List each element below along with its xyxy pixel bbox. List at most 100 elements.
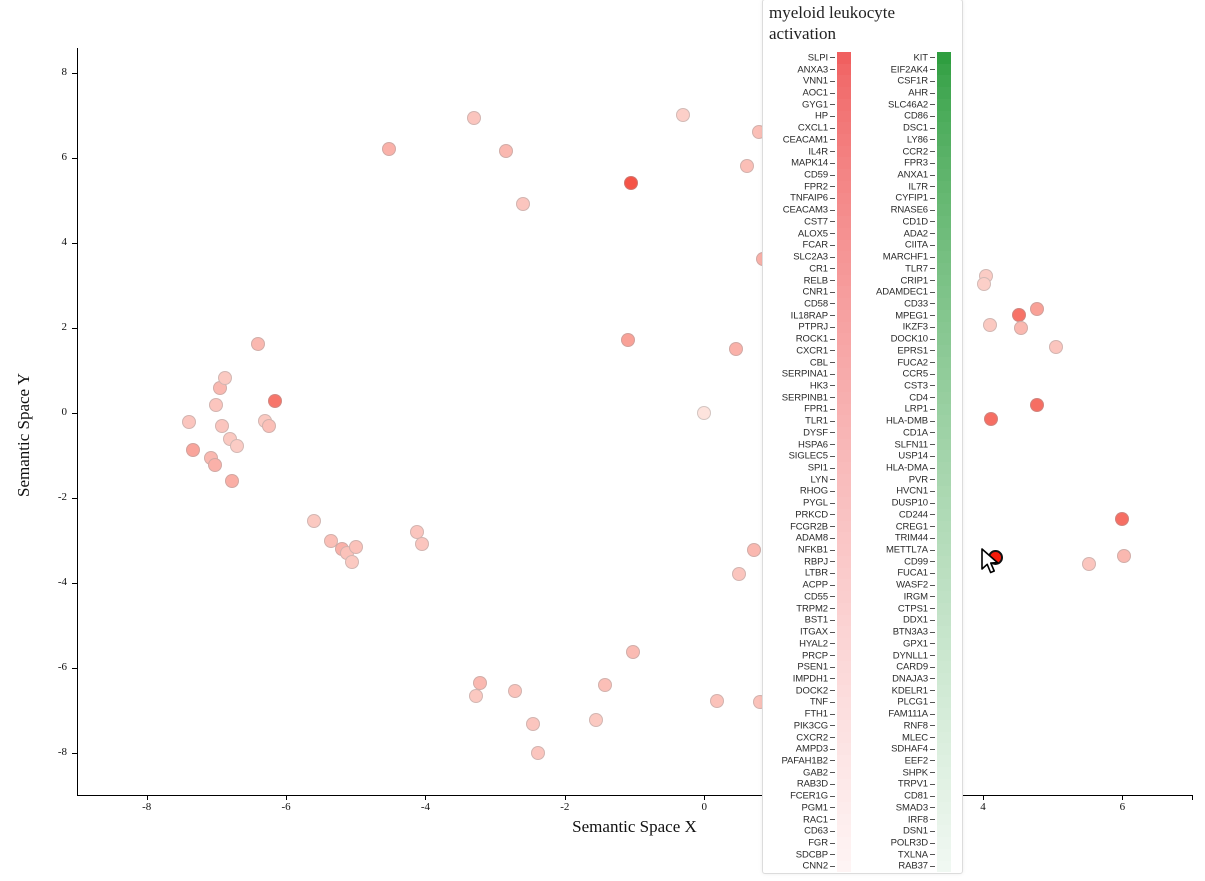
scatter-point[interactable] [186,443,201,458]
gene-heat-swatch[interactable] [937,778,951,791]
gene-heat-swatch[interactable] [937,708,951,720]
gene-heat-swatch[interactable] [837,719,851,732]
scatter-point-selected[interactable] [987,549,1003,565]
gene-heat-swatch[interactable] [937,813,951,826]
gene-heat-swatch[interactable] [937,649,951,662]
gene-heat-swatch[interactable] [837,356,851,369]
gene-heat-swatch[interactable] [937,485,951,498]
gene-heat-swatch[interactable] [937,555,951,568]
scatter-point[interactable] [740,158,755,173]
gene-heat-swatch[interactable] [837,450,851,463]
gene-heat-swatch[interactable] [937,415,951,427]
gene-heat-swatch[interactable] [937,227,951,240]
gene-heat-swatch[interactable] [937,251,951,263]
scatter-point[interactable] [1030,398,1045,413]
gene-heat-swatch[interactable] [837,860,851,873]
gene-heat-swatch[interactable] [837,708,851,720]
gene-heat-swatch[interactable] [937,509,951,521]
gene-heat-swatch[interactable] [937,122,951,135]
gene-heat-swatch[interactable] [837,579,851,592]
gene-heat-swatch[interactable] [837,473,851,486]
gene-heat-swatch[interactable] [837,837,851,849]
gene-heat-swatch[interactable] [837,591,851,603]
scatter-point[interactable] [498,143,513,158]
scatter-point[interactable] [267,394,282,409]
scatter-point[interactable] [709,693,724,708]
gene-heat-swatch[interactable] [937,755,951,767]
gene-heat-swatch[interactable] [837,180,851,193]
gene-heat-swatch[interactable] [937,286,951,299]
scatter-point[interactable] [728,342,743,357]
scatter-point[interactable] [1030,302,1045,317]
gene-heat-swatch[interactable] [837,790,851,802]
gene-heat-swatch[interactable] [937,157,951,170]
gene-heat-swatch[interactable] [837,216,851,228]
gene-heat-swatch[interactable] [937,614,951,627]
scatter-point[interactable] [181,415,196,430]
gene-heat-swatch[interactable] [837,380,851,392]
scatter-point[interactable] [382,142,397,156]
gene-heat-swatch[interactable] [837,63,851,76]
gene-heat-swatch[interactable] [937,309,951,322]
gene-heat-swatch[interactable] [837,403,851,416]
scatter-point[interactable] [526,716,541,731]
gene-heat-swatch[interactable] [937,825,951,838]
scatter-point[interactable] [348,540,363,555]
gene-heat-swatch[interactable] [837,637,851,650]
gene-heat-swatch[interactable] [837,684,851,697]
scatter-point[interactable] [516,197,530,212]
scatter-point[interactable] [1116,549,1131,564]
scatter-point[interactable] [676,107,691,122]
gene-heat-swatch[interactable] [837,602,851,615]
gene-heat-swatch[interactable] [837,438,851,451]
scatter-point[interactable] [626,644,641,659]
gene-heat-swatch[interactable] [837,567,851,580]
gene-heat-swatch[interactable] [937,673,951,685]
gene-heat-swatch[interactable] [837,731,851,744]
gene-heat-swatch[interactable] [837,309,851,322]
gene-heat-swatch[interactable] [937,98,951,111]
scatter-point[interactable] [345,555,360,570]
scatter-point[interactable] [209,397,224,412]
gene-heat-swatch[interactable] [937,591,951,603]
gene-heat-swatch[interactable] [837,321,851,334]
gene-heat-swatch[interactable] [837,286,851,299]
scatter-point[interactable] [262,418,277,433]
gene-heat-swatch[interactable] [837,298,851,310]
gene-heat-swatch[interactable] [937,438,951,451]
scatter-point[interactable] [472,675,487,690]
gene-heat-swatch[interactable] [937,380,951,392]
scatter-point[interactable] [620,332,635,347]
gene-heat-swatch[interactable] [837,204,851,217]
gene-heat-swatch[interactable] [937,743,951,756]
scatter-point[interactable] [977,276,992,291]
gene-heat-swatch[interactable] [937,204,951,217]
gene-heat-swatch[interactable] [937,473,951,486]
gene-heat-swatch[interactable] [937,450,951,463]
gene-heat-swatch[interactable] [837,497,851,510]
gene-heat-swatch[interactable] [837,614,851,627]
gene-heat-swatch[interactable] [837,696,851,709]
gene-heat-swatch[interactable] [937,192,951,205]
gene-heat-swatch[interactable] [937,837,951,849]
scatter-point[interactable] [1115,512,1130,527]
gene-heat-swatch[interactable] [837,239,851,252]
gene-heat-swatch[interactable] [937,145,951,158]
gene-heat-swatch[interactable] [937,63,951,76]
gene-heat-swatch[interactable] [937,239,951,252]
gene-heat-swatch[interactable] [937,216,951,228]
gene-heat-swatch[interactable] [937,274,951,287]
gene-heat-swatch[interactable] [937,262,951,275]
gene-heat-swatch[interactable] [837,520,851,533]
gene-heat-swatch[interactable] [837,778,851,791]
scatter-point[interactable] [507,684,522,699]
gene-heat-swatch[interactable] [837,169,851,181]
gene-heat-swatch[interactable] [937,462,951,474]
gene-heat-swatch[interactable] [937,790,951,802]
gene-heat-swatch[interactable] [837,825,851,838]
scatter-point[interactable] [306,514,321,529]
gene-heat-swatch[interactable] [837,251,851,263]
gene-heat-swatch[interactable] [937,497,951,510]
gene-heat-swatch[interactable] [937,298,951,310]
gene-heat-swatch[interactable] [937,169,951,181]
